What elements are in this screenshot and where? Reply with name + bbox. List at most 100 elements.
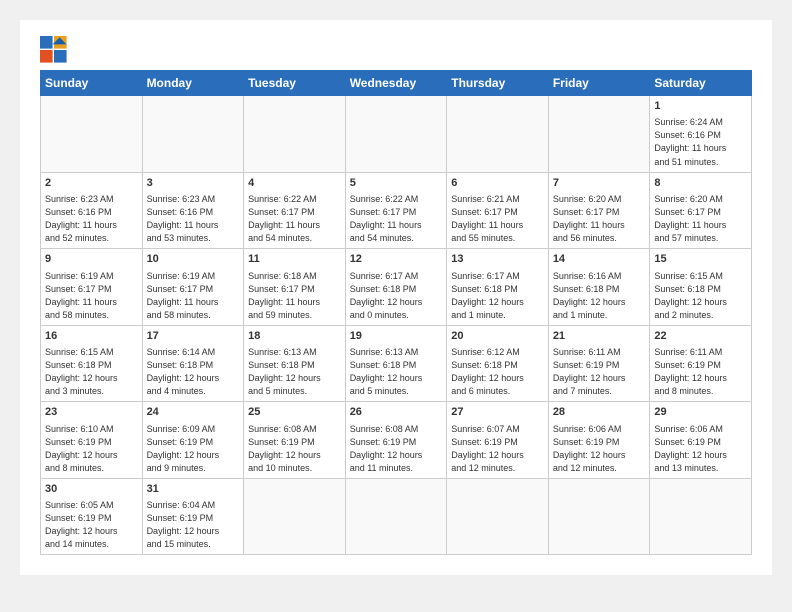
calendar-cell: 5 Sunrise: 6:22 AM Sunset: 6:17 PM Daylig… (345, 172, 447, 249)
calendar-cell (447, 478, 549, 555)
day-info: Sunrise: 6:18 AM Sunset: 6:17 PM Dayligh… (248, 270, 341, 322)
calendar-cell: 3 Sunrise: 6:23 AM Sunset: 6:16 PM Daylig… (142, 172, 244, 249)
day-number: 25 (248, 405, 341, 420)
calendar-cell: 17Sunrise: 6:14 AM Sunset: 6:18 PM Dayli… (142, 325, 244, 402)
calendar-cell: 4Sunrise: 6:22 AM Sunset: 6:17 PM Daylig… (244, 172, 346, 249)
calendar-cell: 26 Sunrise: 6:08 AM Sunset: 6:19 PM Dayli… (345, 402, 447, 479)
day-number: 5 (350, 176, 443, 191)
day-number: 8 (654, 176, 747, 191)
day-number: 3 (147, 176, 240, 191)
day-info: Sunrise: 6:07 AM Sunset: 6:19 PM Dayligh… (451, 423, 544, 475)
calendar-cell (548, 96, 650, 173)
day-info: Sunrise: 6:12 AM Sunset: 6:18 PM Dayligh… (451, 346, 544, 398)
day-number: 27 (451, 405, 544, 420)
day-info: Sunrise: 6:24 AM Sunset: 6:16 PM Dayligh… (654, 116, 747, 168)
calendar-cell: 31Sunrise: 6:04 AM Sunset: 6:19 PM Dayli… (142, 478, 244, 555)
calendar-cell: 21 Sunrise: 6:11 AM Sunset: 6:19 PM Dayli… (548, 325, 650, 402)
week-row-4: 16Sunrise: 6:15 AM Sunset: 6:18 PM Dayli… (41, 325, 752, 402)
calendar-cell (447, 96, 549, 173)
day-number: 28 (553, 405, 646, 420)
calendar-cell: 19 Sunrise: 6:13 AM Sunset: 6:18 PM Dayli… (345, 325, 447, 402)
calendar-cell (41, 96, 143, 173)
day-info: Sunrise: 6:20 AM Sunset: 6:17 PM Dayligh… (654, 193, 747, 245)
calendar-cell (244, 478, 346, 555)
day-number: 31 (147, 482, 240, 497)
calendar-cell (548, 478, 650, 555)
calendar-cell: 1Sunrise: 6:24 AM Sunset: 6:16 PM Daylig… (650, 96, 752, 173)
calendar-cell: 18 Sunrise: 6:13 AM Sunset: 6:18 PM Dayli… (244, 325, 346, 402)
day-number: 7 (553, 176, 646, 191)
week-row-3: 9 Sunrise: 6:19 AM Sunset: 6:17 PM Daylig… (41, 249, 752, 326)
weekday-header-row: SundayMondayTuesdayWednesdayThursdayFrid… (41, 71, 752, 96)
calendar-cell (345, 478, 447, 555)
day-info: Sunrise: 6:17 AM Sunset: 6:18 PM Dayligh… (350, 270, 443, 322)
week-row-5: 23 Sunrise: 6:10 AM Sunset: 6:19 PM Dayli… (41, 402, 752, 479)
calendar-cell: 30Sunrise: 6:05 AM Sunset: 6:19 PM Dayli… (41, 478, 143, 555)
page: SundayMondayTuesdayWednesdayThursdayFrid… (20, 20, 772, 575)
day-number: 16 (45, 329, 138, 344)
day-number: 18 (248, 329, 341, 344)
day-number: 26 (350, 405, 443, 420)
day-number: 19 (350, 329, 443, 344)
calendar-cell: 22 Sunrise: 6:11 AM Sunset: 6:19 PM Dayli… (650, 325, 752, 402)
week-row-2: 2 Sunrise: 6:23 AM Sunset: 6:16 PM Daylig… (41, 172, 752, 249)
day-number: 2 (45, 176, 138, 191)
calendar-cell (244, 96, 346, 173)
day-info: Sunrise: 6:09 AM Sunset: 6:19 PM Dayligh… (147, 423, 240, 475)
day-info: Sunrise: 6:11 AM Sunset: 6:19 PM Dayligh… (654, 346, 747, 398)
day-info: Sunrise: 6:11 AM Sunset: 6:19 PM Dayligh… (553, 346, 646, 398)
day-number: 12 (350, 252, 443, 267)
day-info: Sunrise: 6:06 AM Sunset: 6:19 PM Dayligh… (654, 423, 747, 475)
day-info: Sunrise: 6:08 AM Sunset: 6:19 PM Dayligh… (248, 423, 341, 475)
day-info: Sunrise: 6:13 AM Sunset: 6:18 PM Dayligh… (350, 346, 443, 398)
weekday-wednesday: Wednesday (345, 71, 447, 96)
day-info: Sunrise: 6:23 AM Sunset: 6:16 PM Dayligh… (147, 193, 240, 245)
day-number: 29 (654, 405, 747, 420)
calendar-cell: 14 Sunrise: 6:16 AM Sunset: 6:18 PM Dayli… (548, 249, 650, 326)
day-number: 21 (553, 329, 646, 344)
calendar-cell: 8 Sunrise: 6:20 AM Sunset: 6:17 PM Daylig… (650, 172, 752, 249)
calendar-cell (650, 478, 752, 555)
day-info: Sunrise: 6:10 AM Sunset: 6:19 PM Dayligh… (45, 423, 138, 475)
weekday-sunday: Sunday (41, 71, 143, 96)
day-info: Sunrise: 6:13 AM Sunset: 6:18 PM Dayligh… (248, 346, 341, 398)
day-info: Sunrise: 6:08 AM Sunset: 6:19 PM Dayligh… (350, 423, 443, 475)
calendar-cell: 24 Sunrise: 6:09 AM Sunset: 6:19 PM Dayli… (142, 402, 244, 479)
calendar-cell: 27 Sunrise: 6:07 AM Sunset: 6:19 PM Dayli… (447, 402, 549, 479)
day-number: 14 (553, 252, 646, 267)
day-info: Sunrise: 6:22 AM Sunset: 6:17 PM Dayligh… (350, 193, 443, 245)
calendar-cell: 6 Sunrise: 6:21 AM Sunset: 6:17 PM Daylig… (447, 172, 549, 249)
calendar-cell: 28Sunrise: 6:06 AM Sunset: 6:19 PM Dayli… (548, 402, 650, 479)
day-number: 6 (451, 176, 544, 191)
day-info: Sunrise: 6:15 AM Sunset: 6:18 PM Dayligh… (654, 270, 747, 322)
weekday-saturday: Saturday (650, 71, 752, 96)
calendar-cell: 15Sunrise: 6:15 AM Sunset: 6:18 PM Dayli… (650, 249, 752, 326)
day-info: Sunrise: 6:16 AM Sunset: 6:18 PM Dayligh… (553, 270, 646, 322)
calendar-cell: 16Sunrise: 6:15 AM Sunset: 6:18 PM Dayli… (41, 325, 143, 402)
calendar-cell: 12 Sunrise: 6:17 AM Sunset: 6:18 PM Dayli… (345, 249, 447, 326)
weekday-monday: Monday (142, 71, 244, 96)
day-info: Sunrise: 6:17 AM Sunset: 6:18 PM Dayligh… (451, 270, 544, 322)
day-info: Sunrise: 6:23 AM Sunset: 6:16 PM Dayligh… (45, 193, 138, 245)
calendar-cell: 29 Sunrise: 6:06 AM Sunset: 6:19 PM Dayli… (650, 402, 752, 479)
day-number: 23 (45, 405, 138, 420)
day-number: 22 (654, 329, 747, 344)
calendar-cell: 25 Sunrise: 6:08 AM Sunset: 6:19 PM Dayli… (244, 402, 346, 479)
day-info: Sunrise: 6:21 AM Sunset: 6:17 PM Dayligh… (451, 193, 544, 245)
day-number: 9 (45, 252, 138, 267)
calendar-cell: 9 Sunrise: 6:19 AM Sunset: 6:17 PM Daylig… (41, 249, 143, 326)
calendar-cell (142, 96, 244, 173)
day-number: 11 (248, 252, 341, 267)
day-number: 24 (147, 405, 240, 420)
calendar-cell: 20 Sunrise: 6:12 AM Sunset: 6:18 PM Dayli… (447, 325, 549, 402)
week-row-6: 30Sunrise: 6:05 AM Sunset: 6:19 PM Dayli… (41, 478, 752, 555)
day-info: Sunrise: 6:19 AM Sunset: 6:17 PM Dayligh… (147, 270, 240, 322)
day-number: 13 (451, 252, 544, 267)
day-info: Sunrise: 6:19 AM Sunset: 6:17 PM Dayligh… (45, 270, 138, 322)
day-number: 10 (147, 252, 240, 267)
day-number: 4 (248, 176, 341, 191)
calendar: SundayMondayTuesdayWednesdayThursdayFrid… (40, 70, 752, 555)
calendar-cell: 13 Sunrise: 6:17 AM Sunset: 6:18 PM Dayli… (447, 249, 549, 326)
calendar-cell: 11 Sunrise: 6:18 AM Sunset: 6:17 PM Dayli… (244, 249, 346, 326)
day-number: 20 (451, 329, 544, 344)
